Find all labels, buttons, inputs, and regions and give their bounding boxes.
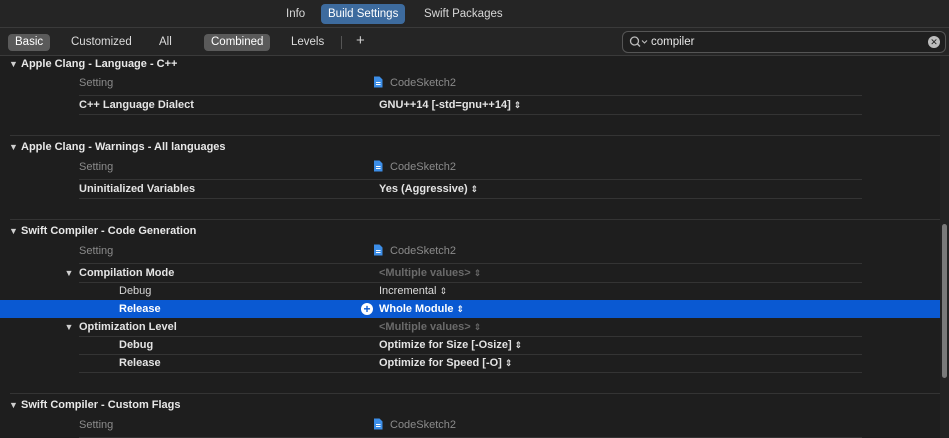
setting-name: Debug <box>119 285 152 297</box>
setting-column-label: Setting <box>79 245 114 257</box>
setting-value[interactable]: GNU++14 [-std=gnu++14] ⇕ <box>379 96 521 114</box>
tab-build-settings[interactable]: Build Settings <box>321 4 406 24</box>
stepper-icon: ⇕ <box>456 304 465 314</box>
search-input[interactable] <box>651 34 921 50</box>
setting-name: Uninitialized Variables <box>79 183 196 195</box>
filter-all-button[interactable]: All <box>152 34 179 51</box>
section-divider <box>10 219 940 220</box>
tab-swift-packages[interactable]: Swift Packages <box>417 4 510 24</box>
setting-header-row: Setting CodeSketch2 <box>0 158 940 176</box>
clear-search-icon[interactable]: ✕ <box>928 36 940 48</box>
project-file-icon <box>374 160 383 172</box>
setting-value[interactable]: <Multiple values> ⇕ <box>379 264 481 282</box>
row-divider <box>79 114 862 115</box>
setting-row-release-selected[interactable]: Release + Whole Module ⇕ <box>0 300 940 318</box>
target-column-label: CodeSketch2 <box>373 416 456 434</box>
setting-value[interactable]: Optimize for Size [-Osize] ⇕ <box>379 336 522 354</box>
setting-value[interactable]: Optimize for Speed [-O] ⇕ <box>379 354 512 372</box>
setting-row-compilation-mode[interactable]: ▼ Compilation Mode <Multiple values> ⇕ <box>0 264 940 282</box>
tab-info[interactable]: Info <box>279 4 312 24</box>
setting-name: Release <box>119 357 161 369</box>
section-divider <box>10 393 940 394</box>
row-divider <box>79 372 862 373</box>
top-tab-bar: Info Build Settings Swift Packages <box>0 0 949 28</box>
view-levels-button[interactable]: Levels <box>284 34 331 51</box>
search-field[interactable]: ✕ <box>622 31 946 53</box>
setting-row-optimization-level[interactable]: ▼ Optimization Level <Multiple values> ⇕ <box>0 318 940 336</box>
add-setting-button[interactable]: + <box>356 32 365 49</box>
stepper-icon: ⇕ <box>439 286 448 296</box>
project-file-icon <box>374 244 383 256</box>
stepper-icon: ⇕ <box>473 322 482 332</box>
chevron-down-icon[interactable]: ▼ <box>62 264 76 282</box>
section-header[interactable]: ▼ Apple Clang - Warnings - All languages <box>0 139 226 155</box>
stepper-icon: ⇕ <box>470 184 479 194</box>
setting-column-label: Setting <box>79 161 114 173</box>
view-combined-button[interactable]: Combined <box>204 34 271 51</box>
setting-column-label: Setting <box>79 77 114 89</box>
setting-value[interactable]: Incremental ⇕ <box>379 282 447 300</box>
chevron-down-icon[interactable]: ▼ <box>7 397 20 413</box>
section-header[interactable]: ▼ Apple Clang - Language - C++ <box>0 56 177 72</box>
setting-header-row: Setting CodeSketch2 <box>0 74 940 92</box>
stepper-icon: ⇕ <box>513 100 522 110</box>
setting-header-row: Setting CodeSketch2 <box>0 416 940 434</box>
row-divider <box>79 198 862 199</box>
chevron-down-icon[interactable]: ▼ <box>62 318 76 336</box>
vertical-scrollbar[interactable] <box>940 56 949 438</box>
filter-basic-button[interactable]: Basic <box>8 34 51 51</box>
section-divider <box>10 135 940 136</box>
chevron-down-icon[interactable]: ▼ <box>7 56 20 72</box>
target-column-label: CodeSketch2 <box>373 242 456 260</box>
stepper-icon: ⇕ <box>504 358 513 368</box>
setting-row[interactable]: C++ Language Dialect GNU++14 [-std=gnu++… <box>0 96 940 114</box>
setting-value[interactable]: <Multiple values> ⇕ <box>379 318 481 336</box>
chevron-down-icon[interactable]: ▼ <box>7 223 20 239</box>
search-icon <box>629 36 648 47</box>
project-file-icon <box>374 418 383 430</box>
scrollbar-thumb[interactable] <box>942 224 947 378</box>
setting-name: Release <box>119 303 161 315</box>
setting-row-release[interactable]: Release Optimize for Speed [-O] ⇕ <box>0 354 940 372</box>
section-header[interactable]: ▼ Swift Compiler - Custom Flags <box>0 397 180 413</box>
filter-divider <box>341 36 342 49</box>
stepper-icon: ⇕ <box>473 268 482 278</box>
target-column-label: CodeSketch2 <box>373 74 456 92</box>
setting-row[interactable]: Uninitialized Variables Yes (Aggressive)… <box>0 180 940 198</box>
setting-value[interactable]: Whole Module ⇕ <box>379 300 464 318</box>
chevron-down-icon[interactable]: ▼ <box>7 139 20 155</box>
build-settings-list: ▼ Apple Clang - Language - C++ Setting Co… <box>0 56 940 438</box>
setting-name: Debug <box>119 339 154 351</box>
target-column-label: CodeSketch2 <box>373 158 456 176</box>
setting-value[interactable]: Yes (Aggressive) ⇕ <box>379 180 478 198</box>
setting-name: Compilation Mode <box>79 267 175 279</box>
setting-row-debug[interactable]: Debug Incremental ⇕ <box>0 282 940 300</box>
stepper-icon: ⇕ <box>514 340 523 350</box>
section-header[interactable]: ▼ Swift Compiler - Code Generation <box>0 223 196 239</box>
setting-column-label: Setting <box>79 419 114 431</box>
project-file-icon <box>374 76 383 88</box>
add-condition-icon[interactable]: + <box>361 303 373 315</box>
setting-name: Optimization Level <box>79 321 177 333</box>
setting-header-row: Setting CodeSketch2 <box>0 242 940 260</box>
setting-name: C++ Language Dialect <box>79 99 194 111</box>
setting-row-debug[interactable]: Debug Optimize for Size [-Osize] ⇕ <box>0 336 940 354</box>
filter-customized-button[interactable]: Customized <box>64 34 139 51</box>
